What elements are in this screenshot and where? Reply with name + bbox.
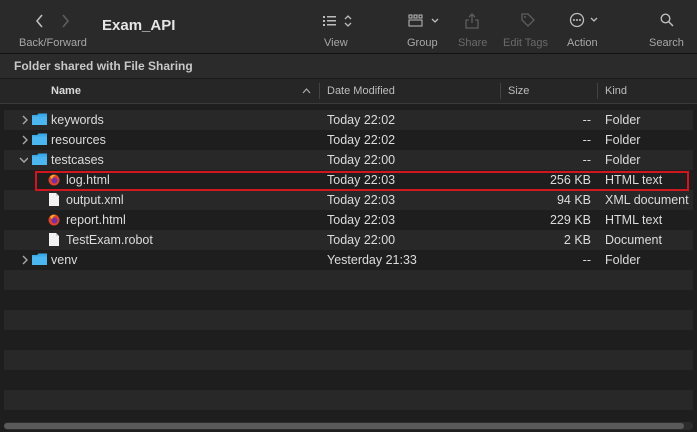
list-item[interactable]: output.xml Today 22:03 94 KB XML documen… bbox=[4, 190, 693, 210]
firefox-html-icon bbox=[48, 214, 60, 226]
action-button[interactable]: Action bbox=[566, 0, 606, 53]
file-kind: XML document bbox=[605, 193, 689, 207]
list-item[interactable]: venv Yesterday 21:33 -- Folder bbox=[4, 250, 693, 270]
file-size: -- bbox=[582, 133, 591, 147]
file-kind: HTML text bbox=[605, 213, 663, 227]
path-bar: Folder shared with File Sharing bbox=[0, 54, 697, 79]
list-item[interactable]: resources Today 22:02 -- Folder bbox=[4, 130, 693, 150]
file-name: TestExam.robot bbox=[66, 233, 153, 247]
search-button[interactable]: Search bbox=[645, 0, 691, 53]
folder-icon bbox=[32, 153, 47, 165]
document-icon bbox=[49, 193, 59, 206]
column-header: Name Date Modified Size Kind bbox=[0, 79, 697, 104]
share-button[interactable]: Share bbox=[455, 0, 491, 53]
list-row-stripe bbox=[4, 350, 693, 370]
file-kind: Document bbox=[605, 233, 662, 247]
file-date: Today 22:02 bbox=[327, 113, 396, 127]
file-size: 2 KB bbox=[563, 233, 591, 247]
file-name: keywords bbox=[51, 113, 104, 127]
column-kind[interactable]: Kind bbox=[605, 85, 627, 97]
back-forward-label: Back/Forward bbox=[19, 37, 87, 49]
action-label: Action bbox=[567, 37, 598, 49]
file-name: resources bbox=[51, 133, 106, 147]
document-icon bbox=[49, 233, 59, 246]
column-divider[interactable] bbox=[500, 83, 501, 99]
file-date: Today 22:00 bbox=[327, 233, 396, 247]
file-kind: Folder bbox=[605, 253, 641, 267]
action-ellipsis-icon bbox=[569, 12, 598, 28]
window-title: Exam_API bbox=[102, 17, 176, 34]
file-name: report.html bbox=[66, 213, 126, 227]
file-date: Yesterday 21:33 bbox=[327, 253, 417, 267]
group-label: Group bbox=[407, 37, 438, 49]
folder-icon bbox=[32, 113, 47, 125]
list-item[interactable]: report.html Today 22:03 229 KB HTML text bbox=[4, 210, 693, 230]
list-item[interactable]: keywords Today 22:02 -- Folder bbox=[4, 110, 693, 130]
file-kind: Folder bbox=[605, 133, 641, 147]
back-forward-control[interactable]: Back/Forward bbox=[14, 0, 94, 53]
toolbar: Back/Forward Exam_API View Group Share E… bbox=[0, 0, 697, 54]
file-name: venv bbox=[51, 253, 78, 267]
group-grid-icon bbox=[408, 14, 439, 27]
file-date: Today 22:03 bbox=[327, 193, 396, 207]
file-kind: Folder bbox=[605, 113, 641, 127]
edit-tags-label: Edit Tags bbox=[503, 37, 549, 49]
file-date: Today 22:00 bbox=[327, 153, 396, 167]
column-divider[interactable] bbox=[319, 83, 320, 99]
folder-icon bbox=[32, 253, 47, 265]
file-date: Today 22:02 bbox=[327, 133, 396, 147]
file-size: -- bbox=[582, 113, 591, 127]
list-view-icon bbox=[323, 15, 352, 27]
list-item[interactable]: TestExam.robot Today 22:00 2 KB Document bbox=[4, 230, 693, 250]
search-icon bbox=[660, 13, 674, 27]
group-button[interactable]: Group bbox=[405, 0, 445, 53]
list-item[interactable]: testcases Today 22:00 -- Folder bbox=[4, 150, 693, 170]
file-name: output.xml bbox=[66, 193, 124, 207]
column-name[interactable]: Name bbox=[51, 85, 81, 97]
scrollbar-thumb[interactable] bbox=[4, 423, 684, 429]
view-label: View bbox=[324, 37, 348, 49]
tag-icon bbox=[521, 13, 535, 27]
file-kind: Folder bbox=[605, 153, 641, 167]
disclosure-down-icon[interactable] bbox=[18, 154, 28, 166]
folder-icon bbox=[32, 133, 47, 145]
list-row-stripe bbox=[4, 310, 693, 330]
file-size: 229 KB bbox=[549, 213, 591, 227]
highlight-box bbox=[35, 171, 689, 191]
share-icon bbox=[465, 13, 479, 29]
sort-ascending-icon bbox=[302, 88, 311, 94]
file-rows: keywords Today 22:02 -- Folder resources… bbox=[0, 110, 697, 290]
path-bar-text: Folder shared with File Sharing bbox=[14, 59, 193, 73]
file-size: -- bbox=[582, 153, 591, 167]
disclosure-right-icon[interactable] bbox=[20, 114, 30, 126]
column-size[interactable]: Size bbox=[508, 85, 529, 97]
share-label: Share bbox=[458, 37, 488, 49]
file-size: 94 KB bbox=[556, 193, 591, 207]
file-size: -- bbox=[582, 253, 591, 267]
disclosure-right-icon[interactable] bbox=[20, 254, 30, 266]
view-button[interactable]: View bbox=[320, 0, 360, 53]
column-divider[interactable] bbox=[597, 83, 598, 99]
file-date: Today 22:03 bbox=[327, 213, 396, 227]
edit-tags-button[interactable]: Edit Tags bbox=[500, 0, 556, 53]
column-date-modified[interactable]: Date Modified bbox=[327, 85, 395, 97]
file-name: testcases bbox=[51, 153, 104, 167]
list-row-stripe bbox=[4, 390, 693, 410]
search-label: Search bbox=[649, 37, 684, 49]
chevron-left-right-icon bbox=[35, 14, 70, 28]
disclosure-right-icon[interactable] bbox=[20, 134, 30, 146]
